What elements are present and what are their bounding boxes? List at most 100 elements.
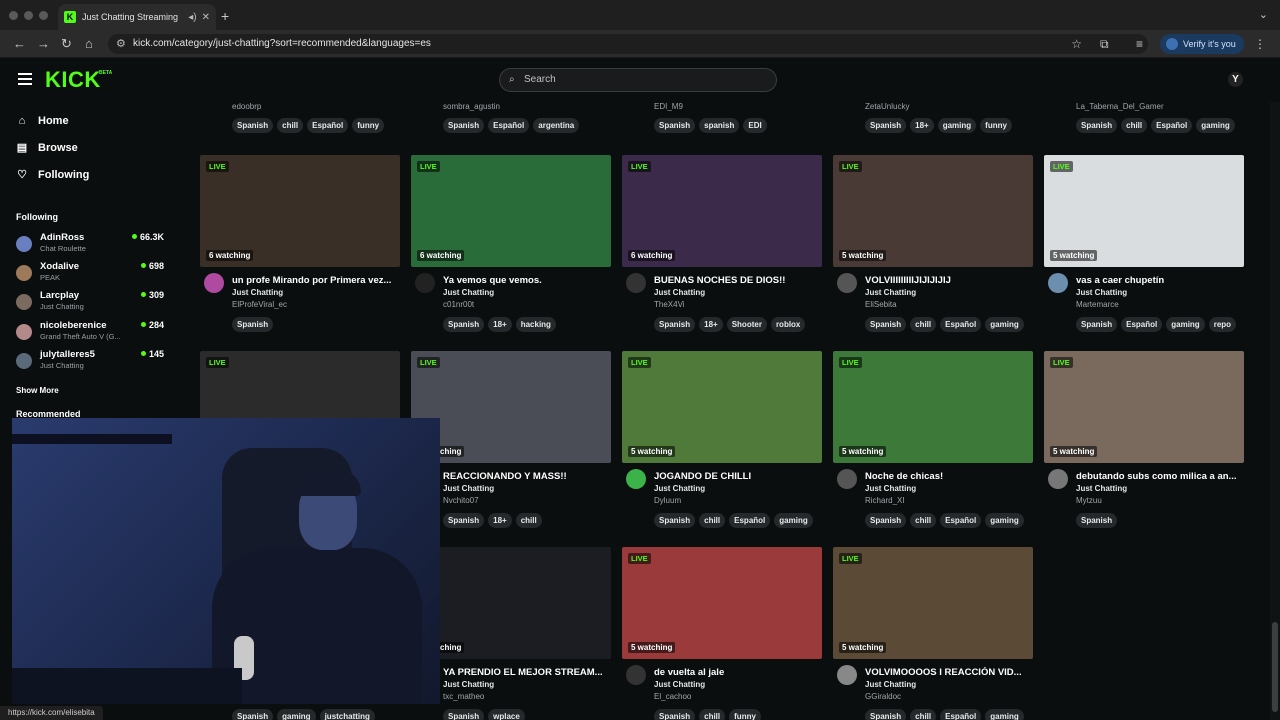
stream-title[interactable]: Noche de chicas! xyxy=(865,471,1033,482)
tag[interactable]: Spanish xyxy=(443,709,485,720)
sidebar-item-following[interactable]: ♡ Following xyxy=(16,168,89,182)
stream-thumbnail[interactable]: LIVE 6 watching xyxy=(200,155,400,267)
browser-menu-icon[interactable]: ⋮ xyxy=(1254,37,1266,51)
channel-username[interactable]: edoobrp xyxy=(232,102,261,111)
sidebar-item-browse[interactable]: ▤ Browse xyxy=(16,141,78,155)
stream-title[interactable]: YA PRENDIO EL MEJOR STREAM... xyxy=(443,667,611,678)
channel-username[interactable]: El_cachoo xyxy=(654,692,691,701)
followed-channel[interactable]: julytalleres5 Just Chatting 145 xyxy=(16,349,164,377)
channel-username[interactable]: TheX4Vi xyxy=(654,300,685,309)
tag[interactable]: gaming xyxy=(277,709,316,720)
stream-card-partial[interactable]: edoobrp Spanish chill Español funny xyxy=(200,102,400,142)
channel-username[interactable]: ElProfeViral_ec xyxy=(232,300,287,309)
tag[interactable]: EDI xyxy=(743,118,767,133)
channel-username[interactable]: Richard_XI xyxy=(865,496,905,505)
followed-channel[interactable]: Xodalive PEAK 698 xyxy=(16,261,164,289)
stream-thumbnail[interactable]: LIVE5 watching xyxy=(833,351,1033,463)
tag[interactable]: Spanish xyxy=(443,118,485,133)
reload-icon[interactable]: ↻ xyxy=(61,36,72,52)
tag[interactable]: Spanish xyxy=(1076,118,1118,133)
stream-title[interactable]: JOGANDO DE CHILLI xyxy=(654,471,822,482)
tag[interactable]: chill xyxy=(699,513,726,528)
tag[interactable]: 18+ xyxy=(488,317,512,332)
stream-title[interactable]: debutando subs como milica a an... xyxy=(1076,471,1244,482)
channel-username[interactable]: La_Taberna_Del_Gamer xyxy=(1076,102,1164,111)
stream-category[interactable]: Just Chatting xyxy=(865,288,916,297)
stream-title[interactable]: VOLVIIIIIIIIIJIJIJIJIJ xyxy=(865,275,1033,286)
tag[interactable]: Spanish xyxy=(654,513,696,528)
tag[interactable]: Spanish xyxy=(865,513,907,528)
stream-thumbnail[interactable]: LIVE5 watching xyxy=(411,547,611,659)
stream-card[interactable]: LIVE 6 watching BUENAS NOCHES DE DIOS!! Jus… xyxy=(622,155,822,345)
tag[interactable]: Spanish xyxy=(232,709,274,720)
stream-card-partial[interactable]: ZetaUnlucky Spanish 18+ gaming funny xyxy=(833,102,1033,142)
avatar[interactable] xyxy=(837,665,857,685)
tag[interactable]: chill xyxy=(699,709,726,720)
stream-category[interactable]: Just Chatting xyxy=(232,288,283,297)
stream-category[interactable]: Just Chatting xyxy=(443,288,494,297)
stream-title[interactable]: vas a caer chupetín xyxy=(1076,275,1244,286)
tag[interactable]: gaming xyxy=(985,317,1024,332)
sidebar-item-home[interactable]: ⌂ Home xyxy=(16,115,69,127)
stream-category[interactable]: Just Chatting xyxy=(654,680,705,689)
tag[interactable]: funny xyxy=(729,709,761,720)
tab-search-icon[interactable]: ⌄ xyxy=(1259,8,1268,21)
tag[interactable]: Spanish xyxy=(232,317,274,332)
tag[interactable]: chill xyxy=(515,513,542,528)
tag[interactable]: wplace xyxy=(488,709,525,720)
stream-card[interactable]: LIVE5 watching YA PRENDIO EL MEJOR STREAM… xyxy=(411,547,611,720)
channel-username[interactable]: Mytzuu xyxy=(1076,496,1102,505)
followed-channel[interactable]: AdinRoss Chat Roulette 66.3K xyxy=(16,232,164,260)
tag[interactable]: 18+ xyxy=(699,317,723,332)
hamburger-menu-icon[interactable] xyxy=(18,73,32,88)
stream-card[interactable]: LIVE 5 watching VOLVIMOOOOS I REACCIÓN VID… xyxy=(833,547,1033,720)
stream-category[interactable]: Just Chatting xyxy=(443,680,494,689)
stream-thumbnail[interactable]: LIVE 6 watching xyxy=(622,155,822,267)
close-tab-icon[interactable]: ✕ xyxy=(202,12,210,23)
channel-username[interactable]: ZetaUnlucky xyxy=(865,102,909,111)
search-input[interactable]: ⌕ Search xyxy=(499,68,777,92)
tag[interactable]: gaming xyxy=(985,513,1024,528)
stream-thumbnail[interactable]: LIVE5 watching xyxy=(833,547,1033,659)
stream-category[interactable]: Just Chatting xyxy=(865,680,916,689)
user-menu-icon[interactable]: Y xyxy=(1228,72,1243,87)
avatar[interactable] xyxy=(626,273,646,293)
tag[interactable]: Español xyxy=(940,709,982,720)
stream-thumbnail[interactable]: LIVE5 watching xyxy=(622,351,822,463)
tag[interactable]: Español xyxy=(1151,118,1193,133)
stream-category[interactable]: Just Chatting xyxy=(1076,484,1127,493)
stream-card[interactable]: LIVE 5 watching de vuelta al jale Just Chat… xyxy=(622,547,822,720)
avatar[interactable] xyxy=(837,273,857,293)
stream-category[interactable]: Just Chatting xyxy=(654,484,705,493)
stream-card-partial[interactable]: sombra_agustin Spanish Español argentina xyxy=(411,102,611,142)
channel-username[interactable]: c01nr00t xyxy=(443,300,474,309)
forward-icon[interactable]: → xyxy=(37,36,50,51)
scrollbar-thumb[interactable] xyxy=(1272,622,1278,712)
tag[interactable]: Español xyxy=(307,118,349,133)
tag[interactable]: justchatting xyxy=(319,709,375,720)
tag[interactable]: Shooter xyxy=(726,317,767,332)
stream-card-partial[interactable]: La_Taberna_Del_Gamer Spanish chill Españ… xyxy=(1044,102,1244,142)
channel-username[interactable]: Martemarce xyxy=(1076,300,1119,309)
address-bar[interactable]: ⚙ kick.com/category/just-chatting?sort=r… xyxy=(108,34,1148,54)
tag[interactable]: Spanish xyxy=(443,513,485,528)
tag[interactable]: gaming xyxy=(985,709,1024,720)
speaker-icon[interactable]: ◂) xyxy=(188,12,196,23)
avatar[interactable] xyxy=(626,665,646,685)
avatar[interactable] xyxy=(1048,273,1068,293)
new-tab-icon[interactable]: + xyxy=(221,8,229,24)
tag[interactable]: gaming xyxy=(1166,317,1205,332)
stream-title[interactable]: REACCIONANDO Y MASS!! xyxy=(443,471,611,482)
avatar[interactable] xyxy=(1048,469,1068,489)
kick-logo[interactable]: KICK xyxy=(45,67,101,93)
tag[interactable]: Español xyxy=(1121,317,1163,332)
channel-username[interactable]: GGiraldoc xyxy=(865,692,901,701)
tag[interactable]: chill xyxy=(277,118,304,133)
stream-card[interactable]: LIVE 5 watching debutando subs como milica… xyxy=(1044,351,1244,541)
tag[interactable]: hacking xyxy=(515,317,556,332)
stream-thumbnail[interactable]: LIVE5 watching xyxy=(622,547,822,659)
tag[interactable]: Español xyxy=(940,513,982,528)
back-icon[interactable]: ← xyxy=(13,36,26,51)
stream-title[interactable]: un profe Mirando por Primera vez... xyxy=(232,275,400,286)
followed-channel[interactable]: Larcplay Just Chatting 309 xyxy=(16,290,164,318)
